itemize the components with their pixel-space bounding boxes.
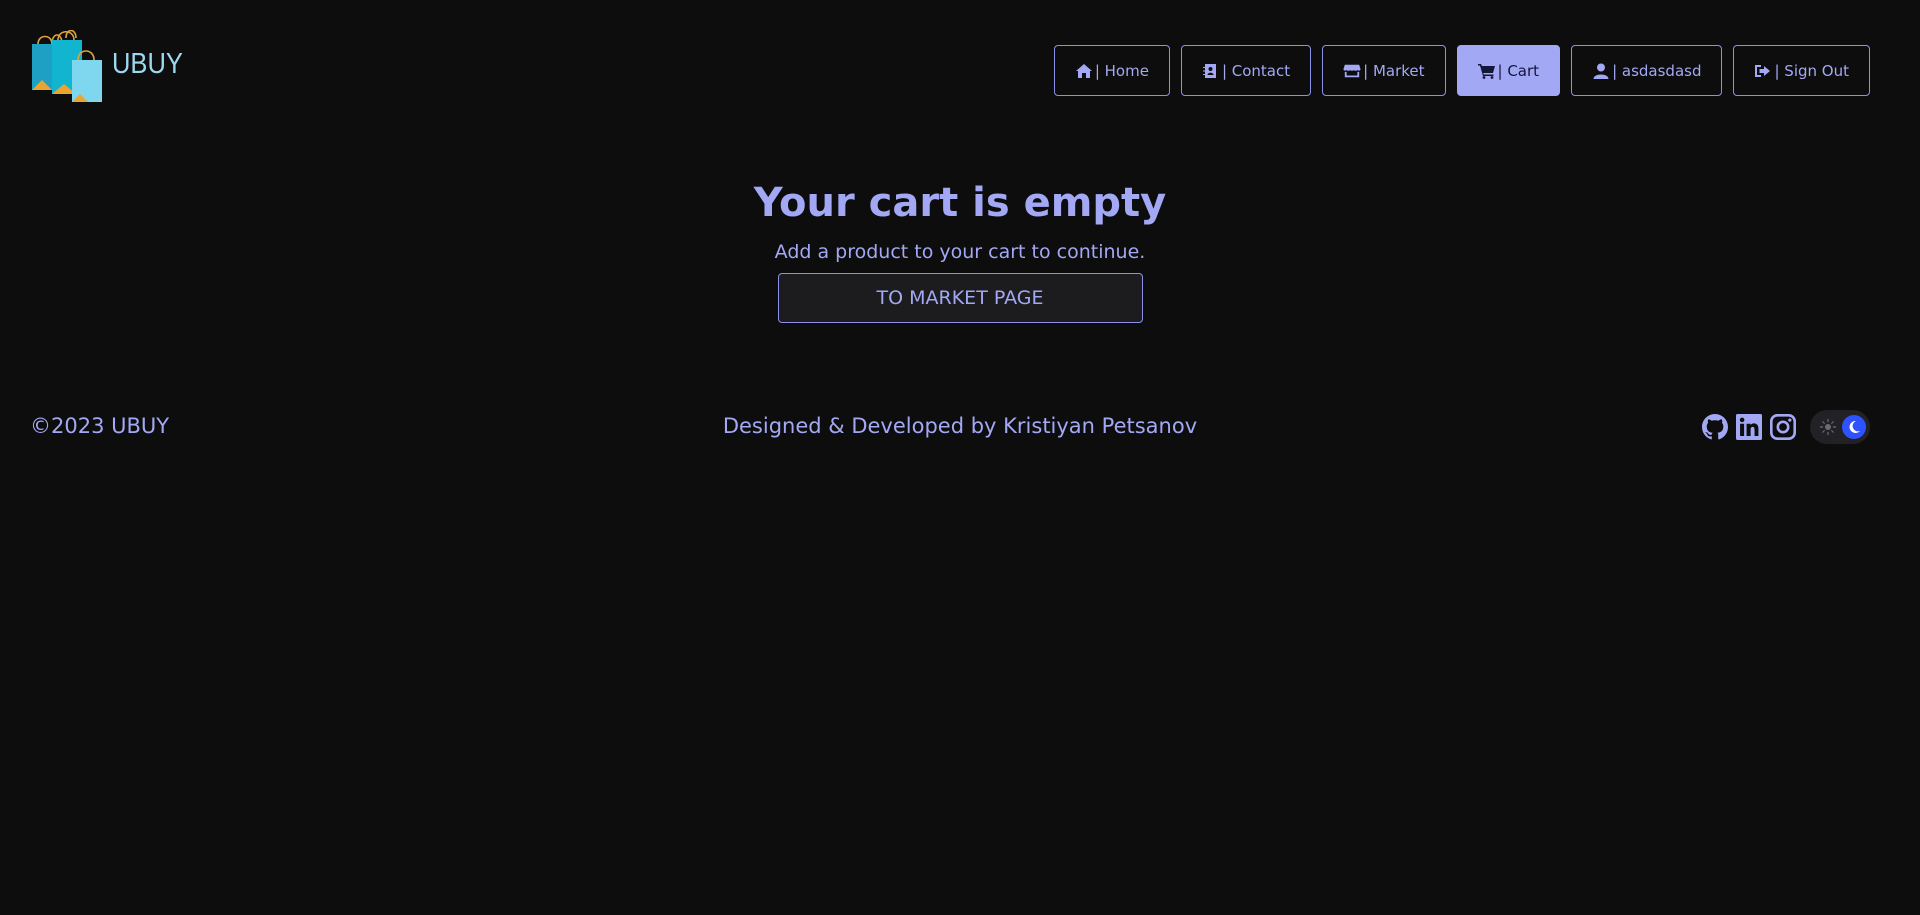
nav-market-label: | Market xyxy=(1363,61,1425,80)
user-icon xyxy=(1593,63,1609,79)
nav-contact-button[interactable]: | Contact xyxy=(1180,45,1312,96)
empty-cart-section: Your cart is empty Add a product to your… xyxy=(0,175,1920,323)
nav-home-button[interactable]: | Home xyxy=(1053,45,1170,96)
social-links xyxy=(1702,410,1870,444)
theme-toggle[interactable] xyxy=(1810,410,1870,444)
github-icon[interactable] xyxy=(1702,414,1728,440)
nav-market-button[interactable]: | Market xyxy=(1322,45,1446,96)
to-market-button[interactable]: TO MARKET PAGE xyxy=(777,273,1143,323)
sun-icon xyxy=(1820,419,1836,435)
sign-out-icon xyxy=(1755,64,1771,77)
nav-sign-out-label: | Sign Out xyxy=(1774,61,1849,80)
nav-cart-label: | Cart xyxy=(1497,61,1540,80)
store-icon xyxy=(1343,64,1361,77)
main-nav: | Home | Contact | Market | Cart | asdas… xyxy=(1053,45,1870,96)
empty-cart-message: Add a product to your cart to continue. xyxy=(774,241,1146,263)
home-icon xyxy=(1075,63,1092,78)
page-title: Your cart is empty xyxy=(753,180,1167,226)
linkedin-icon[interactable] xyxy=(1736,414,1762,440)
nav-sign-out-button[interactable]: | Sign Out xyxy=(1733,45,1870,96)
page: UBUY | Home | Contact | Market | Cart | … xyxy=(0,0,1920,915)
shopping-bags-icon xyxy=(32,30,102,102)
instagram-icon[interactable] xyxy=(1770,414,1796,440)
nav-contact-label: | Contact xyxy=(1221,61,1291,80)
cart-icon xyxy=(1477,63,1495,79)
footer: ©2023 UBUY Designed & Developed by Krist… xyxy=(0,410,1920,444)
contact-book-icon xyxy=(1202,63,1216,78)
nav-profile-label: | asdasdasd xyxy=(1612,61,1702,80)
nav-home-label: | Home xyxy=(1094,61,1149,80)
brand-name: UBUY xyxy=(112,47,183,80)
nav-profile-button[interactable]: | asdasdasd xyxy=(1571,45,1723,96)
brand-logo[interactable]: UBUY xyxy=(30,30,193,106)
toggle-knob xyxy=(1842,415,1866,439)
credit-text: Designed & Developed by Kristiyan Petsan… xyxy=(722,414,1198,438)
nav-cart-button[interactable]: | Cart xyxy=(1456,45,1561,96)
moon-icon xyxy=(1849,420,1860,433)
